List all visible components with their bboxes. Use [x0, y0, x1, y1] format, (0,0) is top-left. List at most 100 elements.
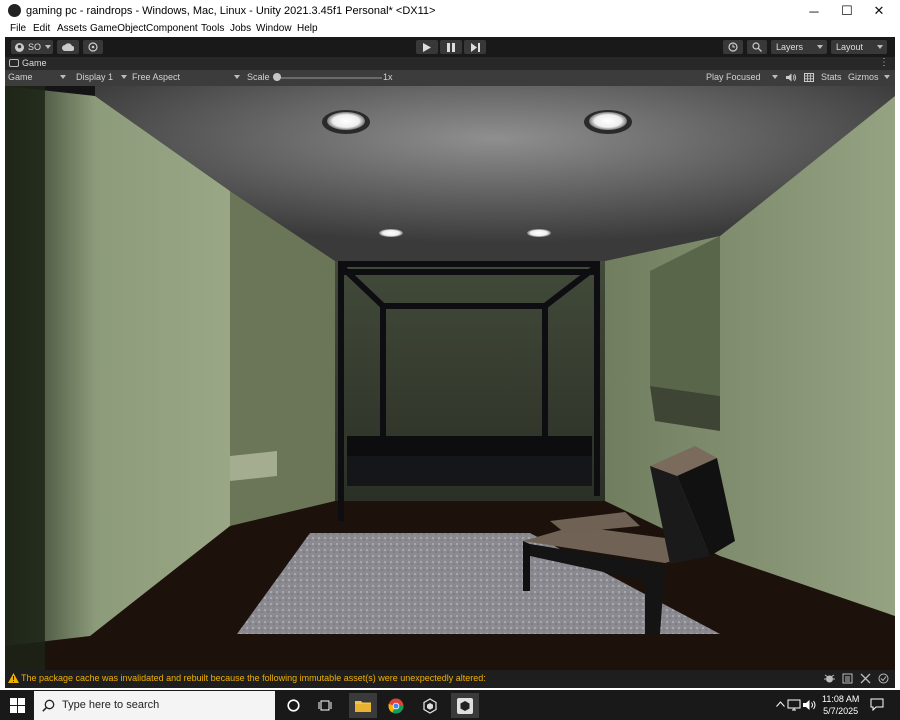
- account-icon: [15, 42, 24, 52]
- chevron-down-icon: [45, 45, 52, 49]
- display-select[interactable]: Display 1: [76, 72, 113, 82]
- folder-icon: [355, 701, 371, 712]
- menu-assets[interactable]: Assets: [57, 23, 87, 34]
- tab-game-label: Game: [22, 58, 47, 68]
- ceiling-light-glow: [327, 112, 365, 130]
- account-button[interactable]: SO: [11, 40, 53, 54]
- game-tab-strip: Game ⋮: [5, 57, 895, 70]
- menu-bar: File Edit Assets GameObject Component To…: [0, 22, 900, 37]
- search-icon: [42, 699, 55, 712]
- left-wall-shadow: [5, 86, 45, 670]
- collab-icon: [88, 42, 98, 52]
- chevron-down-icon: [772, 75, 778, 79]
- unity-hub-button[interactable]: [416, 693, 444, 718]
- window-title: gaming pc - raindrops - Windows, Mac, Li…: [26, 5, 436, 17]
- windows-logo-icon: [9, 698, 25, 713]
- search-icon: [752, 42, 762, 52]
- play-button[interactable]: [416, 40, 438, 54]
- rendered-room-scene: [5, 86, 895, 670]
- history-icon: [728, 42, 738, 52]
- menu-file[interactable]: File: [10, 23, 26, 34]
- layout-dropdown[interactable]: Layout: [831, 40, 887, 54]
- start-button[interactable]: [3, 693, 31, 718]
- collab-button[interactable]: [83, 40, 103, 54]
- bed-base: [347, 436, 592, 456]
- layers-label: Layers: [776, 42, 804, 52]
- speaker-icon[interactable]: [786, 73, 797, 82]
- progress-icon[interactable]: [842, 673, 853, 684]
- notification-icon[interactable]: [870, 698, 884, 711]
- step-icon: [470, 42, 480, 52]
- burst-icon[interactable]: [860, 673, 871, 684]
- menu-edit[interactable]: Edit: [33, 23, 50, 34]
- scale-slider-handle[interactable]: [273, 73, 281, 81]
- account-label: SO: [28, 42, 42, 52]
- console-message: The package cache was invalidated and re…: [21, 673, 486, 683]
- unity-editor-button[interactable]: [451, 693, 479, 718]
- title-bar: gaming pc - raindrops - Windows, Mac, Li…: [0, 0, 900, 22]
- menu-gameobject[interactable]: GameObject: [90, 23, 146, 34]
- chevron-down-icon: [234, 75, 240, 79]
- console-status-bar[interactable]: The package cache was invalidated and re…: [5, 670, 895, 688]
- view-select[interactable]: Game: [8, 72, 33, 82]
- file-explorer-button[interactable]: [349, 693, 377, 718]
- unity-toolbar: SO Layers Layout: [5, 37, 895, 57]
- layers-dropdown[interactable]: Layers: [771, 40, 827, 54]
- stats-button[interactable]: Stats: [821, 72, 842, 82]
- clock-date: 5/7/2025: [823, 706, 859, 716]
- gamepad-icon: [9, 59, 19, 67]
- menu-help[interactable]: Help: [297, 23, 318, 34]
- cloud-button[interactable]: [57, 40, 79, 54]
- chrome-button[interactable]: [382, 693, 410, 718]
- chrome-icon: [388, 698, 404, 713]
- scale-slider-track[interactable]: [275, 77, 382, 79]
- maximize-button[interactable]: ☐: [830, 0, 864, 22]
- play-focused-select[interactable]: Play Focused: [706, 72, 761, 82]
- pause-button[interactable]: [440, 40, 462, 54]
- search-button[interactable]: [747, 40, 767, 54]
- play-icon: [423, 42, 431, 52]
- game-viewport[interactable]: [5, 86, 895, 670]
- menu-component[interactable]: Component: [146, 23, 198, 34]
- chevron-up-icon[interactable]: [776, 701, 785, 707]
- chevron-down-icon: [877, 45, 883, 49]
- left-shelf: [230, 451, 277, 481]
- ceiling-light: [379, 229, 403, 237]
- more-options-icon[interactable]: ⋮: [879, 57, 889, 68]
- step-button[interactable]: [464, 40, 486, 54]
- volume-icon[interactable]: [803, 699, 817, 711]
- menu-tools[interactable]: Tools: [201, 23, 224, 34]
- task-view-button[interactable]: [311, 693, 339, 718]
- game-view-bar: Game Display 1 Free Aspect Scale 1x Play…: [5, 70, 895, 86]
- ceiling-light-glow: [589, 112, 627, 130]
- ceiling-light: [527, 229, 551, 237]
- chevron-down-icon: [884, 75, 890, 79]
- layout-label: Layout: [836, 42, 864, 52]
- menu-jobs[interactable]: Jobs: [230, 23, 251, 34]
- unity-icon: [457, 697, 473, 714]
- menu-window[interactable]: Window: [256, 23, 292, 34]
- bed-side: [347, 456, 592, 486]
- network-icon[interactable]: [787, 699, 801, 711]
- unity-hub-icon: [423, 697, 437, 714]
- cloud-icon: [62, 43, 74, 51]
- grid-icon[interactable]: [804, 73, 814, 82]
- chevron-down-icon: [60, 75, 66, 79]
- taskbar-search-box[interactable]: Type here to search: [34, 691, 275, 720]
- warning-icon: [8, 673, 19, 683]
- aspect-select[interactable]: Free Aspect: [132, 72, 180, 82]
- tab-game[interactable]: Game: [9, 58, 47, 68]
- unity-window: gaming pc - raindrops - Windows, Mac, Li…: [0, 0, 900, 690]
- cortana-button[interactable]: [279, 693, 307, 718]
- scale-value: 1x: [383, 72, 393, 82]
- history-button[interactable]: [723, 40, 743, 54]
- gizmos-button[interactable]: Gizmos: [848, 72, 879, 82]
- minimize-button[interactable]: ─: [797, 0, 831, 22]
- pause-icon: [447, 42, 455, 52]
- close-button[interactable]: ✕: [862, 0, 896, 22]
- clock[interactable]: 11:08 AM 5/7/2025: [822, 693, 859, 717]
- cortana-icon: [286, 699, 300, 712]
- checkmark-icon[interactable]: [878, 673, 889, 684]
- debug-icon[interactable]: [824, 673, 835, 684]
- clock-time: 11:08 AM: [822, 694, 860, 704]
